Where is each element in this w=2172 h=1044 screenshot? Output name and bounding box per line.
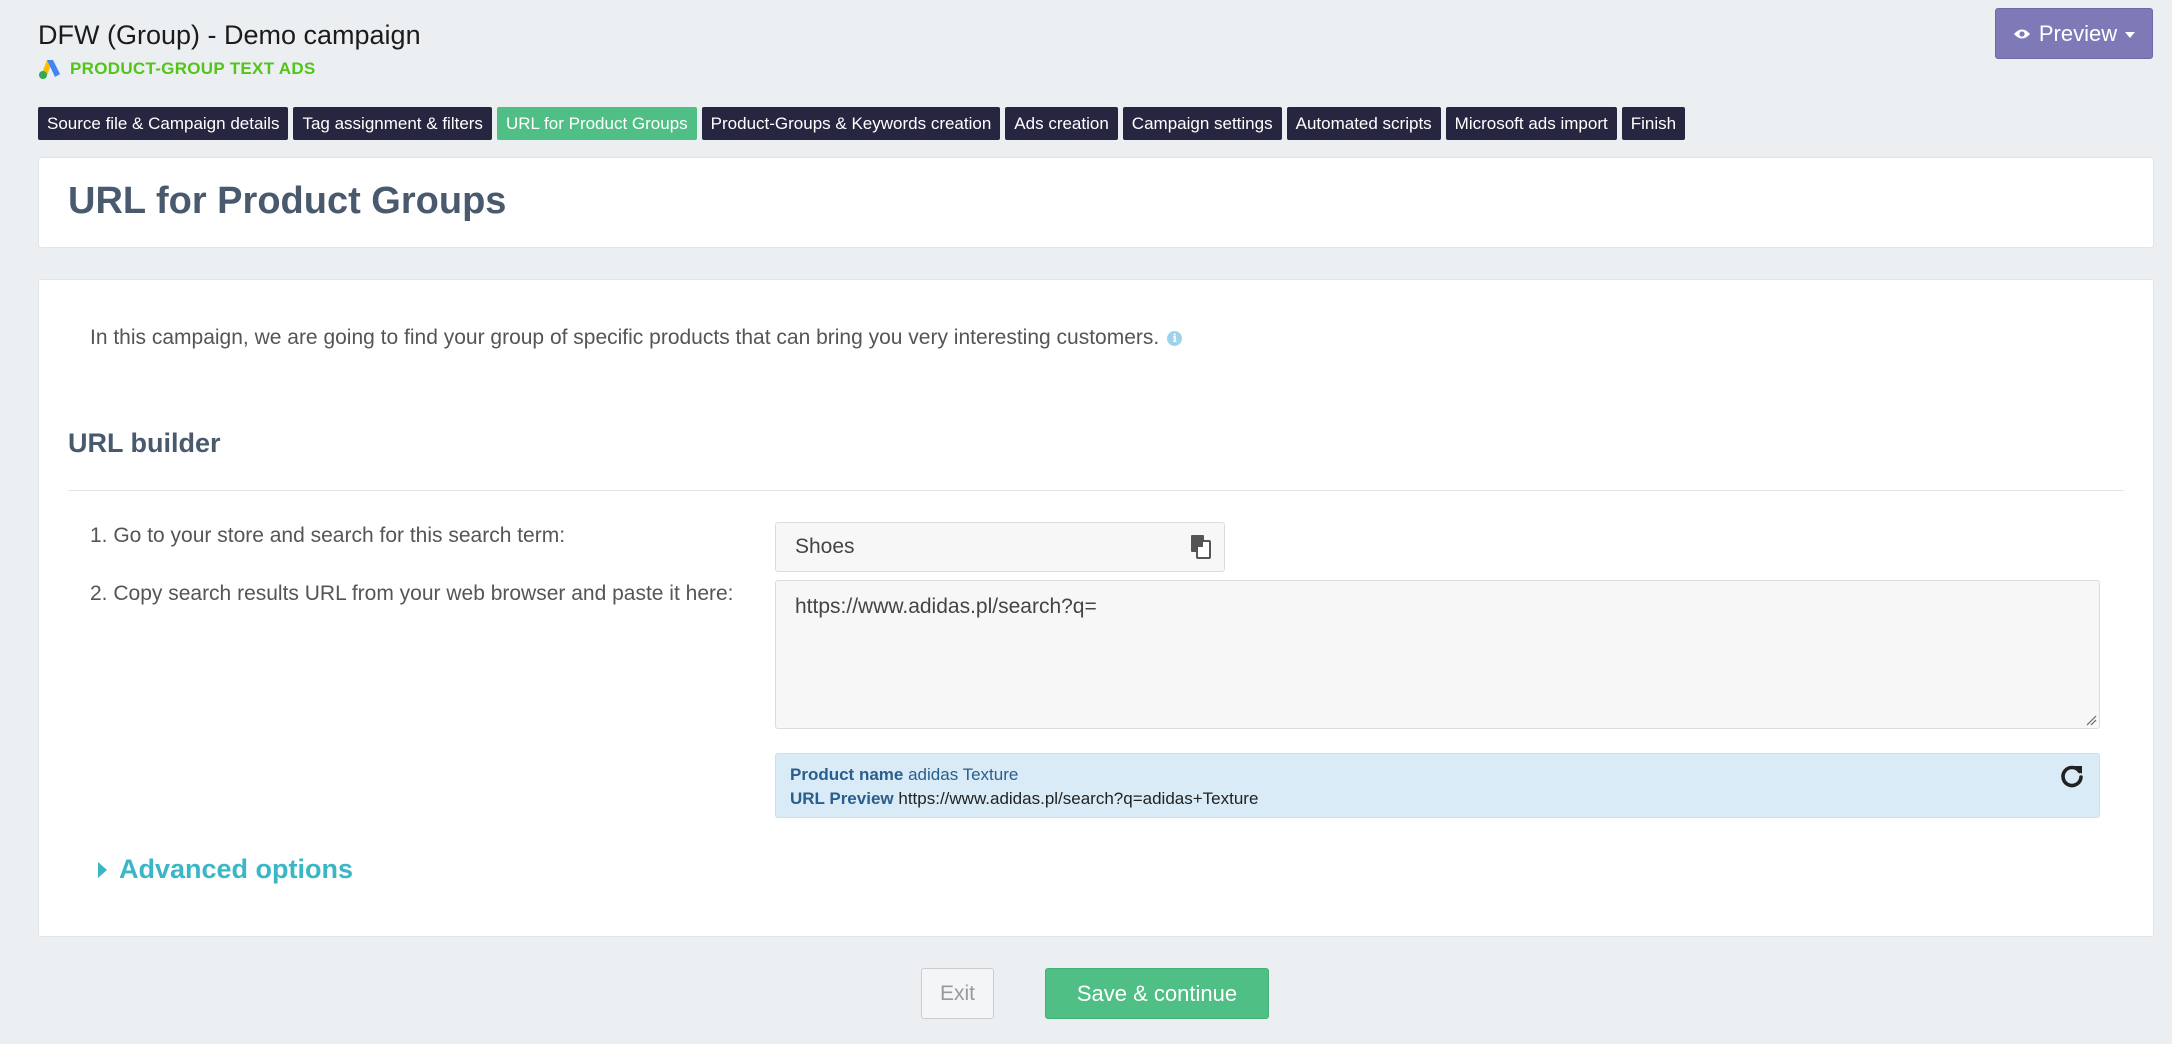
eye-icon	[2013, 29, 2030, 38]
url-preview-label: URL Preview	[790, 789, 894, 808]
save-continue-button[interactable]: Save & continue	[1045, 968, 1269, 1019]
step-tab-automated-scripts[interactable]: Automated scripts	[1286, 107, 1441, 140]
preview-button[interactable]: Preview	[1995, 8, 2153, 59]
advanced-options-label: Advanced options	[119, 854, 354, 884]
intro-text: In this campaign, we are going to find y…	[90, 326, 1160, 349]
wizard-steps: Source file & Campaign details Tag assig…	[38, 107, 1686, 140]
step-tab-source-file[interactable]: Source file & Campaign details	[38, 107, 289, 140]
intro: In this campaign, we are going to find y…	[90, 326, 1183, 350]
google-ads-icon	[39, 60, 60, 79]
step2-label: 2. Copy search results URL from your web…	[90, 582, 734, 605]
url-preview-value: https://www.adidas.pl/search?q=adidas+Te…	[898, 789, 1259, 808]
url-preview-box: Product name adidas Texture URL Preview …	[775, 753, 2100, 818]
campaign-type-label: PRODUCT-GROUP TEXT ADS	[70, 59, 316, 78]
url-preview-row: URL Preview https://www.adidas.pl/search…	[790, 787, 2085, 811]
info-icon[interactable]: i	[1167, 330, 1183, 346]
search-term-field[interactable]: Shoes	[775, 522, 1225, 572]
step-tab-ads-creation[interactable]: Ads creation	[1005, 107, 1118, 140]
search-term-value: Shoes	[795, 535, 855, 558]
preview-button-label: Preview	[2038, 20, 2118, 46]
campaign-type: PRODUCT-GROUP TEXT ADS	[38, 58, 316, 80]
caret-right-icon	[98, 861, 107, 878]
step-tab-campaign-settings[interactable]: Campaign settings	[1122, 107, 1282, 140]
divider	[68, 490, 2124, 491]
step-tab-microsoft-ads-import[interactable]: Microsoft ads import	[1445, 107, 1617, 140]
campaign-title: DFW (Group) - Demo campaign	[38, 20, 421, 50]
step-tab-url-for-product-groups[interactable]: URL for Product Groups	[496, 107, 697, 140]
page: DFW (Group) - Demo campaign PRODUCT-GROU…	[0, 0, 2172, 1044]
page-title-panel: URL for Product Groups	[38, 157, 2154, 248]
refresh-icon[interactable]	[2059, 763, 2085, 789]
advanced-options-toggle[interactable]: Advanced options	[98, 854, 353, 885]
step-tab-product-groups-keywords[interactable]: Product-Groups & Keywords creation	[701, 107, 1001, 140]
resize-grip-icon[interactable]	[2085, 714, 2097, 726]
step-tab-tag-assignment[interactable]: Tag assignment & filters	[293, 107, 492, 140]
product-name-row: Product name adidas Texture	[790, 763, 2085, 787]
step-tab-finish[interactable]: Finish	[1621, 107, 1686, 140]
exit-button[interactable]: Exit	[921, 968, 994, 1019]
copy-icon[interactable]	[1190, 534, 1212, 560]
search-results-url-input[interactable]: https://www.adidas.pl/search?q=	[775, 580, 2100, 729]
url-builder-panel: In this campaign, we are going to find y…	[38, 279, 2154, 937]
step1-label: 1. Go to your store and search for this …	[90, 524, 566, 547]
caret-down-icon	[2125, 31, 2136, 38]
product-name-label: Product name	[790, 765, 904, 784]
page-title: URL for Product Groups	[68, 180, 507, 222]
product-name-value: adidas Texture	[908, 765, 1019, 784]
section-title: URL builder	[68, 428, 221, 458]
